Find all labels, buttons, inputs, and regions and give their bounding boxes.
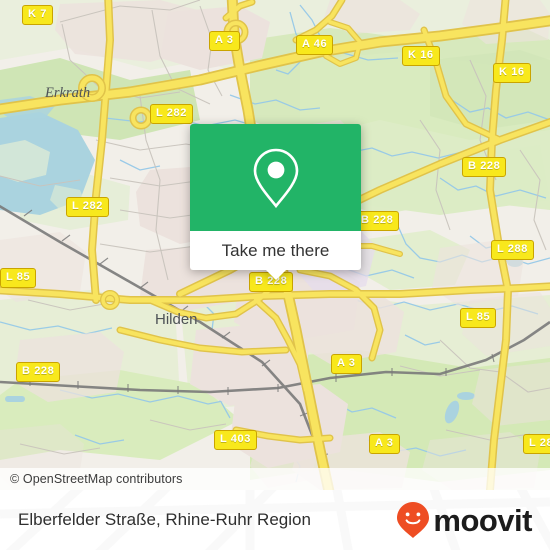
map-label-erkrath: Erkrath (45, 85, 91, 101)
road-shield: B 228 (462, 157, 507, 177)
moovit-map-screenshot: Erkrath Hilden K 7 A 3 A 46 K 16 K 16 L 282 B … (0, 0, 550, 550)
map-canvas[interactable]: Erkrath Hilden K 7 A 3 A 46 K 16 K 16 L 282 B … (0, 0, 550, 490)
road-shield: L 288 (491, 240, 534, 260)
road-shield: K 16 (402, 46, 440, 66)
callout-icon-panel (190, 124, 361, 231)
road-shield: B 228 (16, 362, 61, 382)
road-shield: A 3 (209, 31, 240, 51)
road-shield: L 85 (460, 308, 497, 328)
take-me-there-label: Take me there (221, 240, 330, 260)
attribution-text: © OpenStreetMap contributors (10, 472, 183, 486)
place-title: Elberfelder Straße, Rhine-Ruhr Region (18, 510, 311, 529)
callout-cta-panel[interactable]: Take me there (190, 231, 361, 280)
take-me-there-callout[interactable]: Take me there (190, 124, 361, 280)
callout-tail (264, 269, 287, 280)
road-shield: A 3 (369, 434, 400, 454)
road-shield: L 28 (523, 434, 550, 454)
footer-bar: Elberfelder Straße, Rhine-Ruhr Region mo… (0, 490, 550, 550)
moovit-pin-icon (397, 502, 430, 538)
road-shield: L 282 (150, 104, 193, 124)
road-shield: L 85 (0, 268, 37, 288)
road-shield: B 228 (355, 211, 400, 231)
moovit-wordmark: moovit (433, 502, 532, 538)
map-label-hilden: Hilden (155, 311, 198, 328)
road-shield: L 403 (214, 430, 257, 450)
road-shield: A 46 (296, 35, 334, 55)
road-shield: L 282 (66, 197, 109, 217)
road-shield: A 3 (331, 354, 362, 374)
road-shield: K 16 (493, 63, 531, 83)
road-shield: K 7 (22, 5, 53, 25)
map-attribution: © OpenStreetMap contributors (0, 468, 550, 490)
map-pin-icon (253, 148, 298, 208)
moovit-logo[interactable]: moovit (396, 501, 532, 539)
